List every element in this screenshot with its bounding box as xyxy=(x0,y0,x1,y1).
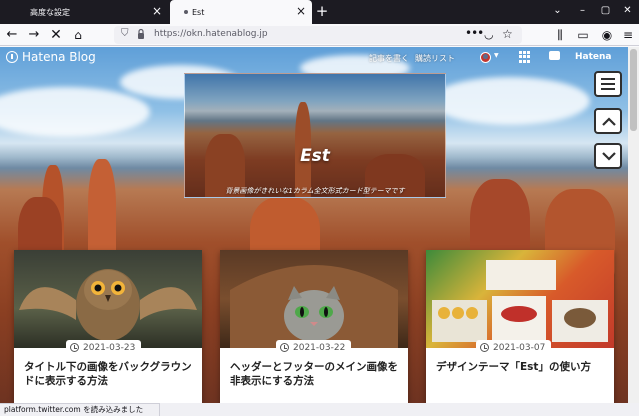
blog-title[interactable]: Est xyxy=(185,146,445,166)
hatena-blog-logo[interactable]: Hatena Blog xyxy=(6,50,96,64)
list-all-tabs-icon[interactable]: ⌄ xyxy=(545,0,570,24)
blog-description: 背景画像がきれいな1カラム全文形式カード型テーマです xyxy=(225,187,405,195)
tab-label: 高度な設定 xyxy=(30,7,70,17)
status-text: platform.twitter.com を読み込みました xyxy=(0,403,160,416)
article-thumbnail[interactable] xyxy=(220,250,408,348)
close-tab-icon[interactable]: × xyxy=(296,5,306,17)
home-icon[interactable]: ⌂ xyxy=(69,26,87,44)
clock-icon xyxy=(280,343,289,352)
url-text[interactable]: https://okn.hatenablog.jp xyxy=(154,29,268,39)
article-thumbnail[interactable] xyxy=(14,250,202,348)
sidebar-icon[interactable]: ▭ xyxy=(575,27,591,43)
article-card[interactable]: 2021-03-23 タイトル下の画像をバックグラウンドに表示する方法 xyxy=(14,250,202,403)
tab-label: Est xyxy=(192,7,205,17)
article-thumbnail[interactable] xyxy=(426,250,614,348)
article-title[interactable]: ヘッダーとフッターのメイン画像を非表示にする方法 xyxy=(230,360,402,388)
article-card[interactable]: 2021-03-22 ヘッダーとフッターのメイン画像を非表示にする方法 xyxy=(220,250,408,403)
avatar[interactable] xyxy=(480,52,491,63)
shield-icon[interactable]: ⛉ xyxy=(121,28,129,39)
forward-icon[interactable]: → xyxy=(25,26,43,44)
article-date: 2021-03-22 xyxy=(276,340,352,355)
tab-est[interactable]: Est × xyxy=(170,0,312,24)
scroll-down-icon[interactable] xyxy=(594,143,622,169)
hatena-blog-header: Hatena Blog 記事を書く 購読リスト ▼ Hatena xyxy=(0,47,628,69)
blog-title-card[interactable]: Est 背景画像がきれいな1カラム全文形式カード型テーマです xyxy=(184,73,446,198)
library-icon[interactable]: ⫼ xyxy=(552,27,568,43)
cat-image xyxy=(230,265,398,348)
notification-icon[interactable] xyxy=(549,51,560,60)
hatena-logo-icon xyxy=(6,51,18,63)
article-date: 2021-03-07 xyxy=(476,340,552,355)
menu-icon[interactable] xyxy=(594,71,622,97)
apps-grid-icon[interactable] xyxy=(519,51,531,63)
new-tab-icon[interactable]: + xyxy=(313,2,331,20)
clock-icon xyxy=(480,343,489,352)
write-article-link[interactable]: 記事を書く xyxy=(369,53,409,64)
tab-strip: 高度な設定 × Est × + ⌄ – ▢ ✕ xyxy=(0,0,639,24)
close-tab-icon[interactable]: × xyxy=(152,5,162,17)
app-menu-icon[interactable]: ≡ xyxy=(620,27,636,43)
article-date: 2021-03-23 xyxy=(66,340,142,355)
chevron-down-icon[interactable]: ▼ xyxy=(494,52,499,59)
scroll-up-icon[interactable] xyxy=(594,108,622,134)
page-viewport: Hatena Blog 記事を書く 購読リスト ▼ Hatena Est 背景画… xyxy=(0,47,628,403)
article-title[interactable]: デザインテーマ「Est」の使い方 xyxy=(436,360,608,374)
cloud-decoration xyxy=(0,87,150,137)
more-icon[interactable]: ••• xyxy=(465,26,484,40)
status-bar-background xyxy=(160,403,639,416)
cloud-decoration xyxy=(430,77,590,125)
subscription-list-link[interactable]: 購読リスト xyxy=(415,53,455,64)
date-text: 2021-03-07 xyxy=(493,342,546,353)
minimize-icon[interactable]: – xyxy=(570,0,595,24)
vertical-scrollbar[interactable] xyxy=(628,47,639,403)
back-icon[interactable]: ← xyxy=(3,26,21,44)
lock-icon[interactable] xyxy=(137,28,145,40)
clock-icon xyxy=(70,343,79,352)
account-icon[interactable]: ◉ xyxy=(599,27,615,43)
favicon-icon xyxy=(184,10,188,14)
hatena-brand-link[interactable]: Hatena xyxy=(575,52,612,62)
article-card[interactable]: 2021-03-07 デザインテーマ「Est」の使い方 xyxy=(426,250,614,403)
date-text: 2021-03-22 xyxy=(293,342,346,353)
stop-icon[interactable]: ✕ xyxy=(47,26,65,44)
logo-text: Hatena Blog xyxy=(22,50,96,64)
star-icon[interactable]: ☆ xyxy=(502,27,513,41)
owl-image xyxy=(19,269,197,341)
tab-advanced-settings[interactable]: 高度な設定 × xyxy=(16,0,168,24)
date-text: 2021-03-23 xyxy=(83,342,136,353)
pasta-collage-image xyxy=(432,260,608,342)
article-title[interactable]: タイトル下の画像をバックグラウンドに表示する方法 xyxy=(24,360,196,388)
navigation-toolbar: ← → ✕ ⌂ ⛉ https://okn.hatenablog.jp ••• … xyxy=(0,24,639,46)
close-window-icon[interactable]: ✕ xyxy=(615,0,639,24)
pocket-icon[interactable]: ◡ xyxy=(484,28,494,41)
url-bar[interactable]: ⛉ https://okn.hatenablog.jp ••• ◡ ☆ xyxy=(114,26,522,44)
scrollbar-thumb[interactable] xyxy=(630,49,637,131)
